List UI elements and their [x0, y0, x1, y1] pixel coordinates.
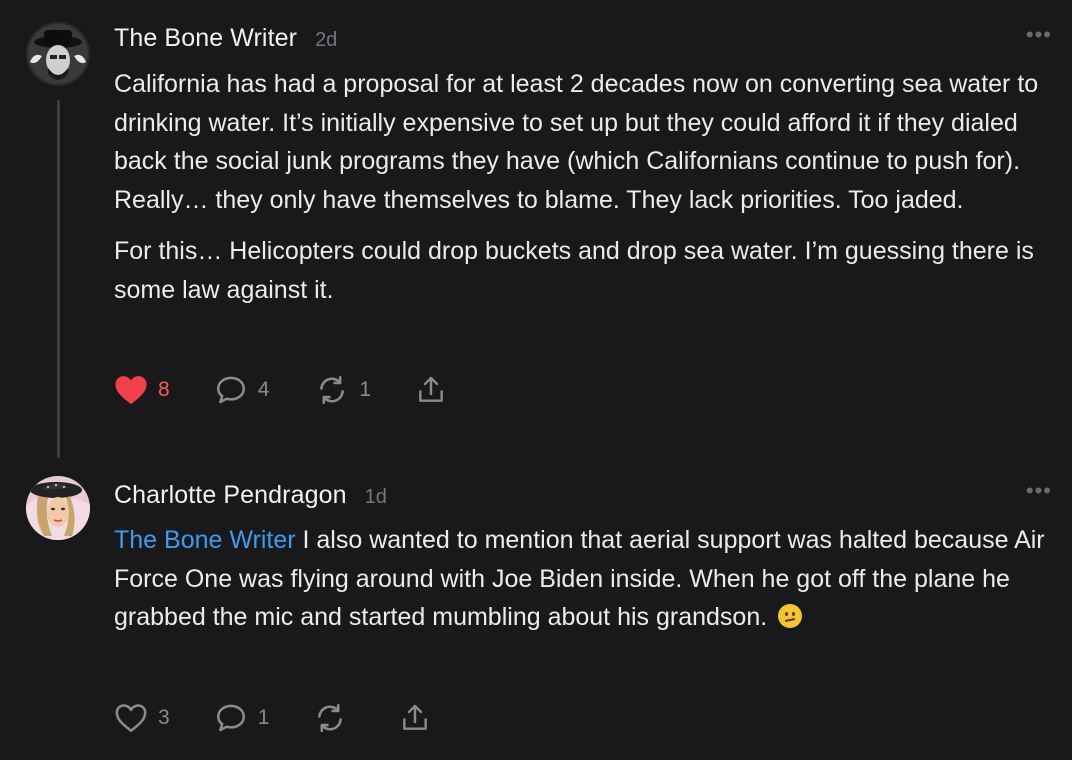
like-button[interactable]: 8 — [114, 374, 170, 406]
like-count: 8 — [158, 378, 170, 401]
speech-bubble-icon — [214, 373, 248, 407]
comment-actions: 8 4 1 — [114, 373, 447, 407]
reply-count: 4 — [257, 378, 270, 401]
restack-button[interactable] — [313, 701, 347, 735]
reply-count: 1 — [257, 706, 270, 729]
share-button[interactable] — [399, 701, 431, 735]
comment-header: Charlotte Pendragon 1d — [114, 481, 387, 510]
restack-count: 1 — [359, 378, 372, 401]
mention-link[interactable]: The Bone Writer — [114, 526, 296, 554]
restack-icon — [315, 373, 349, 407]
comment-header: The Bone Writer 2d — [114, 24, 337, 53]
avatar-the-bone-writer[interactable] — [26, 22, 90, 86]
timestamp[interactable]: 2d — [315, 29, 337, 52]
heart-outline-icon — [114, 702, 148, 734]
share-button[interactable] — [415, 373, 447, 407]
heart-filled-icon — [114, 374, 148, 406]
comment-actions: 3 1 — [114, 701, 431, 735]
reply-button[interactable]: 1 — [214, 701, 270, 735]
share-icon — [399, 701, 431, 735]
comment-paragraph: For this… Helicopters could drop buckets… — [114, 237, 1034, 304]
share-icon — [415, 373, 447, 407]
comment-body: The Bone Writer I also wanted to mention… — [114, 521, 1059, 637]
reply-button[interactable]: 4 — [214, 373, 270, 407]
author-name[interactable]: Charlotte Pendragon — [114, 481, 347, 510]
like-count: 3 — [158, 706, 170, 729]
restack-button[interactable]: 1 — [315, 373, 371, 407]
comment-paragraph: The Bone Writer I also wanted to mention… — [114, 521, 1059, 637]
avatar-charlotte-pendragon[interactable] — [26, 476, 90, 540]
more-options-icon[interactable]: ••• — [1026, 24, 1052, 46]
comment-paragraph: California has had a proposal for at lea… — [114, 70, 1039, 214]
timestamp[interactable]: 1d — [365, 486, 387, 509]
like-button[interactable]: 3 — [114, 702, 170, 734]
speech-bubble-icon — [214, 701, 248, 735]
author-name[interactable]: The Bone Writer — [114, 24, 297, 53]
thread-line — [57, 100, 60, 458]
more-options-icon[interactable]: ••• — [1026, 480, 1052, 502]
comment-body: California has had a proposal for at lea… — [114, 65, 1059, 309]
confused-face-emoji-icon — [778, 604, 803, 628]
restack-icon — [313, 701, 347, 735]
